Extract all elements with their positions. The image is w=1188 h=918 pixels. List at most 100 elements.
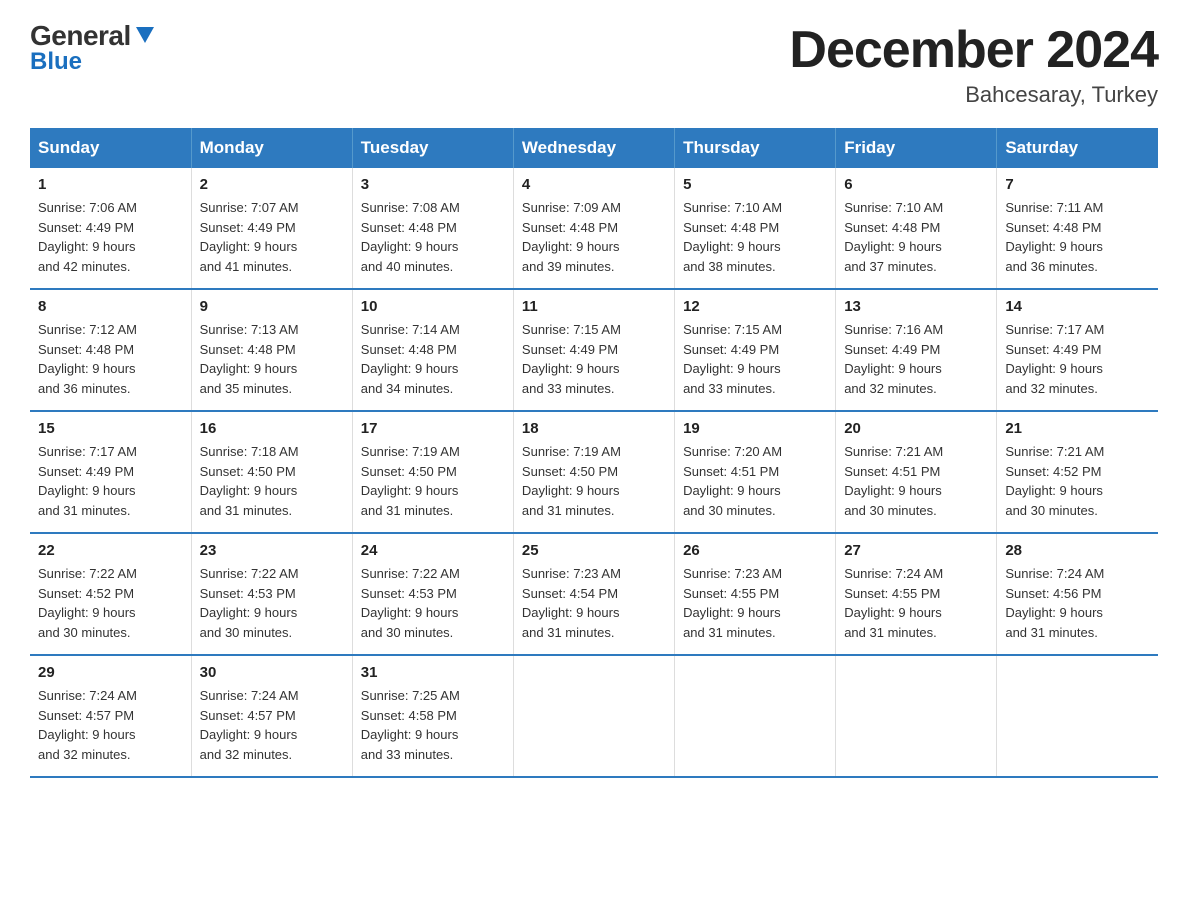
day-info: Sunrise: 7:10 AM Sunset: 4:48 PM Dayligh… bbox=[844, 198, 988, 276]
calendar-day-cell: 24 Sunrise: 7:22 AM Sunset: 4:53 PM Dayl… bbox=[352, 533, 513, 655]
calendar-day-cell: 2 Sunrise: 7:07 AM Sunset: 4:49 PM Dayli… bbox=[191, 168, 352, 289]
calendar-day-cell: 10 Sunrise: 7:14 AM Sunset: 4:48 PM Dayl… bbox=[352, 289, 513, 411]
calendar-day-cell: 13 Sunrise: 7:16 AM Sunset: 4:49 PM Dayl… bbox=[836, 289, 997, 411]
day-number: 7 bbox=[1005, 176, 1150, 193]
day-number: 25 bbox=[522, 542, 666, 559]
day-number: 5 bbox=[683, 176, 827, 193]
logo-blue-text: Blue bbox=[30, 48, 82, 76]
day-number: 6 bbox=[844, 176, 988, 193]
day-info: Sunrise: 7:24 AM Sunset: 4:56 PM Dayligh… bbox=[1005, 564, 1150, 642]
page-header: General Blue December 2024 Bahcesaray, T… bbox=[30, 20, 1158, 108]
day-info: Sunrise: 7:14 AM Sunset: 4:48 PM Dayligh… bbox=[361, 320, 505, 398]
calendar-day-cell: 16 Sunrise: 7:18 AM Sunset: 4:50 PM Dayl… bbox=[191, 411, 352, 533]
day-info: Sunrise: 7:17 AM Sunset: 4:49 PM Dayligh… bbox=[38, 442, 183, 520]
calendar-day-cell: 18 Sunrise: 7:19 AM Sunset: 4:50 PM Dayl… bbox=[513, 411, 674, 533]
calendar-day-cell: 14 Sunrise: 7:17 AM Sunset: 4:49 PM Dayl… bbox=[997, 289, 1158, 411]
day-info: Sunrise: 7:11 AM Sunset: 4:48 PM Dayligh… bbox=[1005, 198, 1150, 276]
day-number: 9 bbox=[200, 298, 344, 315]
day-info: Sunrise: 7:15 AM Sunset: 4:49 PM Dayligh… bbox=[522, 320, 666, 398]
day-number: 1 bbox=[38, 176, 183, 193]
day-info: Sunrise: 7:24 AM Sunset: 4:55 PM Dayligh… bbox=[844, 564, 988, 642]
calendar-week-row: 8 Sunrise: 7:12 AM Sunset: 4:48 PM Dayli… bbox=[30, 289, 1158, 411]
col-sunday: Sunday bbox=[30, 128, 191, 168]
day-info: Sunrise: 7:24 AM Sunset: 4:57 PM Dayligh… bbox=[200, 686, 344, 764]
day-info: Sunrise: 7:23 AM Sunset: 4:54 PM Dayligh… bbox=[522, 564, 666, 642]
day-info: Sunrise: 7:22 AM Sunset: 4:53 PM Dayligh… bbox=[361, 564, 505, 642]
calendar-day-cell: 17 Sunrise: 7:19 AM Sunset: 4:50 PM Dayl… bbox=[352, 411, 513, 533]
calendar-day-cell: 21 Sunrise: 7:21 AM Sunset: 4:52 PM Dayl… bbox=[997, 411, 1158, 533]
day-number: 11 bbox=[522, 298, 666, 315]
calendar-day-cell: 20 Sunrise: 7:21 AM Sunset: 4:51 PM Dayl… bbox=[836, 411, 997, 533]
day-info: Sunrise: 7:12 AM Sunset: 4:48 PM Dayligh… bbox=[38, 320, 183, 398]
day-info: Sunrise: 7:15 AM Sunset: 4:49 PM Dayligh… bbox=[683, 320, 827, 398]
day-number: 19 bbox=[683, 420, 827, 437]
calendar-table: Sunday Monday Tuesday Wednesday Thursday… bbox=[30, 128, 1158, 778]
day-info: Sunrise: 7:23 AM Sunset: 4:55 PM Dayligh… bbox=[683, 564, 827, 642]
day-info: Sunrise: 7:20 AM Sunset: 4:51 PM Dayligh… bbox=[683, 442, 827, 520]
calendar-week-row: 22 Sunrise: 7:22 AM Sunset: 4:52 PM Dayl… bbox=[30, 533, 1158, 655]
calendar-week-row: 29 Sunrise: 7:24 AM Sunset: 4:57 PM Dayl… bbox=[30, 655, 1158, 777]
day-info: Sunrise: 7:16 AM Sunset: 4:49 PM Dayligh… bbox=[844, 320, 988, 398]
calendar-day-cell: 7 Sunrise: 7:11 AM Sunset: 4:48 PM Dayli… bbox=[997, 168, 1158, 289]
day-info: Sunrise: 7:06 AM Sunset: 4:49 PM Dayligh… bbox=[38, 198, 183, 276]
day-info: Sunrise: 7:24 AM Sunset: 4:57 PM Dayligh… bbox=[38, 686, 183, 764]
day-number: 24 bbox=[361, 542, 505, 559]
day-info: Sunrise: 7:25 AM Sunset: 4:58 PM Dayligh… bbox=[361, 686, 505, 764]
day-info: Sunrise: 7:21 AM Sunset: 4:52 PM Dayligh… bbox=[1005, 442, 1150, 520]
day-info: Sunrise: 7:07 AM Sunset: 4:49 PM Dayligh… bbox=[200, 198, 344, 276]
calendar-day-cell: 29 Sunrise: 7:24 AM Sunset: 4:57 PM Dayl… bbox=[30, 655, 191, 777]
day-number: 15 bbox=[38, 420, 183, 437]
logo-arrow-icon bbox=[134, 23, 156, 45]
calendar-day-cell: 1 Sunrise: 7:06 AM Sunset: 4:49 PM Dayli… bbox=[30, 168, 191, 289]
calendar-day-cell: 30 Sunrise: 7:24 AM Sunset: 4:57 PM Dayl… bbox=[191, 655, 352, 777]
calendar-day-cell: 6 Sunrise: 7:10 AM Sunset: 4:48 PM Dayli… bbox=[836, 168, 997, 289]
day-info: Sunrise: 7:13 AM Sunset: 4:48 PM Dayligh… bbox=[200, 320, 344, 398]
calendar-day-cell: 9 Sunrise: 7:13 AM Sunset: 4:48 PM Dayli… bbox=[191, 289, 352, 411]
day-info: Sunrise: 7:08 AM Sunset: 4:48 PM Dayligh… bbox=[361, 198, 505, 276]
calendar-day-cell: 27 Sunrise: 7:24 AM Sunset: 4:55 PM Dayl… bbox=[836, 533, 997, 655]
day-number: 23 bbox=[200, 542, 344, 559]
day-number: 26 bbox=[683, 542, 827, 559]
day-info: Sunrise: 7:19 AM Sunset: 4:50 PM Dayligh… bbox=[361, 442, 505, 520]
day-number: 31 bbox=[361, 664, 505, 681]
calendar-day-cell bbox=[836, 655, 997, 777]
day-number: 27 bbox=[844, 542, 988, 559]
day-number: 28 bbox=[1005, 542, 1150, 559]
calendar-day-cell: 4 Sunrise: 7:09 AM Sunset: 4:48 PM Dayli… bbox=[513, 168, 674, 289]
col-friday: Friday bbox=[836, 128, 997, 168]
day-info: Sunrise: 7:21 AM Sunset: 4:51 PM Dayligh… bbox=[844, 442, 988, 520]
calendar-day-cell: 5 Sunrise: 7:10 AM Sunset: 4:48 PM Dayli… bbox=[675, 168, 836, 289]
calendar-day-cell bbox=[675, 655, 836, 777]
calendar-day-cell: 3 Sunrise: 7:08 AM Sunset: 4:48 PM Dayli… bbox=[352, 168, 513, 289]
calendar-day-cell: 25 Sunrise: 7:23 AM Sunset: 4:54 PM Dayl… bbox=[513, 533, 674, 655]
day-number: 4 bbox=[522, 176, 666, 193]
day-number: 14 bbox=[1005, 298, 1150, 315]
day-info: Sunrise: 7:22 AM Sunset: 4:52 PM Dayligh… bbox=[38, 564, 183, 642]
day-number: 12 bbox=[683, 298, 827, 315]
day-info: Sunrise: 7:10 AM Sunset: 4:48 PM Dayligh… bbox=[683, 198, 827, 276]
calendar-day-cell: 26 Sunrise: 7:23 AM Sunset: 4:55 PM Dayl… bbox=[675, 533, 836, 655]
month-title: December 2024 bbox=[789, 20, 1158, 80]
calendar-day-cell: 8 Sunrise: 7:12 AM Sunset: 4:48 PM Dayli… bbox=[30, 289, 191, 411]
calendar-header-row: Sunday Monday Tuesday Wednesday Thursday… bbox=[30, 128, 1158, 168]
calendar-day-cell: 19 Sunrise: 7:20 AM Sunset: 4:51 PM Dayl… bbox=[675, 411, 836, 533]
day-number: 17 bbox=[361, 420, 505, 437]
day-number: 20 bbox=[844, 420, 988, 437]
calendar-day-cell bbox=[513, 655, 674, 777]
calendar-day-cell: 22 Sunrise: 7:22 AM Sunset: 4:52 PM Dayl… bbox=[30, 533, 191, 655]
day-info: Sunrise: 7:09 AM Sunset: 4:48 PM Dayligh… bbox=[522, 198, 666, 276]
day-number: 18 bbox=[522, 420, 666, 437]
calendar-day-cell: 12 Sunrise: 7:15 AM Sunset: 4:49 PM Dayl… bbox=[675, 289, 836, 411]
col-wednesday: Wednesday bbox=[513, 128, 674, 168]
day-number: 16 bbox=[200, 420, 344, 437]
day-number: 3 bbox=[361, 176, 505, 193]
calendar-day-cell: 11 Sunrise: 7:15 AM Sunset: 4:49 PM Dayl… bbox=[513, 289, 674, 411]
location-title: Bahcesaray, Turkey bbox=[789, 82, 1158, 108]
logo: General Blue bbox=[30, 20, 156, 76]
day-number: 13 bbox=[844, 298, 988, 315]
day-number: 10 bbox=[361, 298, 505, 315]
calendar-day-cell: 31 Sunrise: 7:25 AM Sunset: 4:58 PM Dayl… bbox=[352, 655, 513, 777]
calendar-week-row: 1 Sunrise: 7:06 AM Sunset: 4:49 PM Dayli… bbox=[30, 168, 1158, 289]
day-number: 21 bbox=[1005, 420, 1150, 437]
col-tuesday: Tuesday bbox=[352, 128, 513, 168]
